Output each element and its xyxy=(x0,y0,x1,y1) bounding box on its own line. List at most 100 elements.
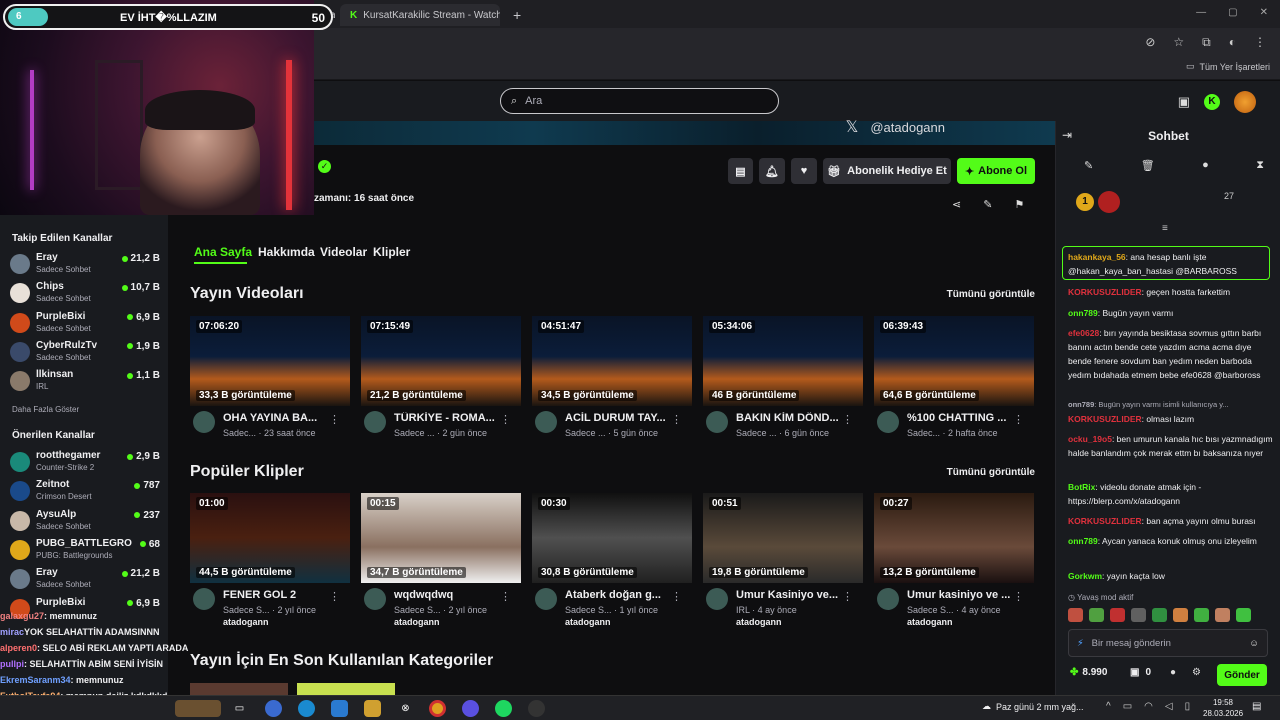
theater-icon[interactable]: ▣ xyxy=(1178,94,1190,110)
settings-icon[interactable]: ⚙ xyxy=(1192,667,1201,678)
explorer-icon[interactable] xyxy=(364,700,381,717)
thumbnail[interactable]: 06:39:43 64,6 B görüntüleme xyxy=(874,316,1034,406)
clip-card[interactable]: 00:51 19,8 B görüntüleme Umur Kasiniyo ve.… xyxy=(703,493,863,627)
videos-see-all-link[interactable]: Tümünü görüntüle xyxy=(947,289,1035,300)
video-card[interactable]: 07:06:20 33,3 B görüntüleme OHA YAYINA BA.… xyxy=(190,316,350,438)
notify-button[interactable]: 🔔︎ xyxy=(759,158,785,184)
menu-icon[interactable]: ⋮ xyxy=(1254,35,1266,50)
minimize-icon[interactable]: — xyxy=(1196,7,1206,18)
chat-options-icon[interactable]: ● xyxy=(1170,667,1176,678)
card-title[interactable]: Umur kasiniyo ve ... xyxy=(907,589,1019,601)
clip-card[interactable]: 01:00 44,5 B görüntüleme FENER GOL 2 Sadece… xyxy=(190,493,350,627)
spotify-icon[interactable] xyxy=(495,700,512,717)
points-balance[interactable]: ✤ 8.990 xyxy=(1070,667,1107,678)
sidebar-channel-item[interactable]: AysuAlp Sadece Sohbet 237 xyxy=(10,508,160,536)
card-user[interactable]: atadogann xyxy=(907,617,953,627)
clip-card[interactable]: 00:27 13,2 B görüntüleme Umur kasiniyo ve … xyxy=(874,493,1034,627)
kebab-menu-icon[interactable]: ⋮ xyxy=(671,413,682,426)
emoji-icon[interactable]: ☺ xyxy=(1249,638,1259,649)
card-title[interactable]: OHA YAYINA BA... xyxy=(223,412,335,424)
card-title[interactable]: wqdwqdwq xyxy=(394,589,506,601)
keyboard-icon[interactable]: ▭ xyxy=(1123,701,1132,712)
card-title[interactable]: BAKIN KİM DÖND... xyxy=(736,412,848,424)
kick-icon[interactable]: K xyxy=(1204,94,1220,110)
tab-about[interactable]: Hakkımda xyxy=(258,245,315,259)
thumbnail[interactable]: 07:06:20 33,3 B görüntüleme xyxy=(190,316,350,406)
gift-sub-button[interactable]: 🎁︎ Abonelik Hediye Et xyxy=(823,158,951,184)
kebab-menu-icon[interactable]: ⋮ xyxy=(842,590,853,603)
weather-widget[interactable]: ☁ Paz günü 2 mm yağ... xyxy=(982,701,1084,712)
extensions-icon[interactable]: ⧉ xyxy=(1202,35,1211,50)
kebab-menu-icon[interactable]: ⋮ xyxy=(671,590,682,603)
video-card[interactable]: 04:51:47 34,5 B görüntüleme ACİL DURUM TAY… xyxy=(532,316,692,438)
kebab-menu-icon[interactable]: ⋮ xyxy=(842,413,853,426)
card-title[interactable]: ACİL DURUM TAY... xyxy=(565,412,677,424)
card-title[interactable]: Umur Kasiniyo ve... xyxy=(736,589,848,601)
store-icon[interactable] xyxy=(331,700,348,717)
thumbnail[interactable]: 00:27 13,2 B görüntüleme xyxy=(874,493,1034,583)
edge-icon[interactable] xyxy=(298,700,315,717)
clip-card[interactable]: 00:15 34,7 B görüntüleme wqdwqdwq Sadece S.… xyxy=(361,493,521,627)
kebab-menu-icon[interactable]: ⋮ xyxy=(329,590,340,603)
send-button[interactable]: Gönder xyxy=(1217,664,1267,686)
thumbnail[interactable]: 01:00 44,5 B görüntüleme xyxy=(190,493,350,583)
card-title[interactable]: FENER GOL 2 xyxy=(223,589,335,601)
clip-button[interactable]: ▤ xyxy=(728,158,753,184)
chat-input[interactable]: ⚡︎ Bir mesaj gönderin ☺ xyxy=(1068,629,1268,657)
maximize-icon[interactable]: ▢ xyxy=(1228,7,1237,18)
wifi-icon[interactable]: ◠ xyxy=(1144,701,1153,712)
thumbnail[interactable]: 07:15:49 21,2 B görüntüleme xyxy=(361,316,521,406)
chat-username[interactable]: ocku_19o5 xyxy=(1068,434,1112,444)
card-title[interactable]: %100 CHATTING ... xyxy=(907,412,1019,424)
clock[interactable]: 19:58 28.03.2026 xyxy=(1203,697,1243,719)
report-icon[interactable]: ⚑ xyxy=(1014,198,1024,211)
new-tab-button[interactable]: + xyxy=(503,4,523,26)
thumbnail[interactable]: 00:51 19,8 B görüntüleme xyxy=(703,493,863,583)
card-user[interactable]: atadogann xyxy=(394,617,440,627)
thumbnail[interactable]: 00:30 30,8 B görüntüleme xyxy=(532,493,692,583)
video-card[interactable]: 06:39:43 64,6 B görüntüleme %100 CHATTING … xyxy=(874,316,1034,438)
kebab-menu-icon[interactable]: ⋮ xyxy=(500,413,511,426)
chevron-up-icon[interactable]: ^ xyxy=(1106,701,1111,712)
obs-icon[interactable] xyxy=(528,700,545,717)
chat-bubble-icon[interactable]: ● xyxy=(1202,159,1209,172)
twitter-handle[interactable]: 𝕏 @atadogann xyxy=(845,117,945,137)
kebab-menu-icon[interactable]: ⋮ xyxy=(1013,413,1024,426)
chat-username[interactable]: onn789 xyxy=(1068,308,1098,318)
sidebar-channel-item[interactable]: Zeitnot Crimson Desert 787 xyxy=(10,478,160,506)
chat-username[interactable]: BotRix xyxy=(1068,482,1095,492)
kebab-menu-icon[interactable]: ⋮ xyxy=(329,413,340,426)
avatar[interactable] xyxy=(1234,91,1256,113)
pen-icon[interactable]: ✎ xyxy=(983,198,992,211)
chat-username[interactable]: onn789 xyxy=(1068,400,1094,409)
card-user[interactable]: atadogann xyxy=(223,617,269,627)
chat-username[interactable]: onn789 xyxy=(1068,536,1098,546)
sidebar-channel-item[interactable]: İlkinsan IRL 1,1 B xyxy=(10,368,160,396)
volume-icon[interactable]: ◁ xyxy=(1165,701,1173,712)
hourglass-icon[interactable]: ⧗ xyxy=(1256,159,1264,172)
chat-username[interactable]: KORKUSUZLIDER xyxy=(1068,516,1142,526)
pin-icon[interactable]: ✎ xyxy=(1084,159,1093,172)
chrome-icon[interactable] xyxy=(429,700,446,717)
expand-icon[interactable]: ≡ xyxy=(1162,223,1168,234)
card-title[interactable]: TÜRKİYE - ROMA... xyxy=(394,412,506,424)
follow-button[interactable]: ♥ xyxy=(791,158,817,184)
thumbnail[interactable]: 00:15 34,7 B görüntüleme xyxy=(361,493,521,583)
copilot-icon[interactable] xyxy=(265,700,282,717)
subscribe-button[interactable]: ✦ Abone Ol xyxy=(957,158,1035,184)
close-window-icon[interactable]: ✕ xyxy=(1260,7,1268,18)
video-card[interactable]: 05:34:06 46 B görüntüleme BAKIN KİM DÖND..… xyxy=(703,316,863,438)
category-thumb[interactable] xyxy=(190,683,288,695)
tab-clips[interactable]: Klipler xyxy=(373,245,410,259)
eye-off-icon[interactable]: ⊘ xyxy=(1145,35,1155,50)
tab-videos[interactable]: Videolar xyxy=(320,245,367,259)
notification-icon[interactable]: ▤ xyxy=(1252,701,1261,712)
widget-icon[interactable] xyxy=(175,700,221,717)
kebab-menu-icon[interactable]: ⋮ xyxy=(500,590,511,603)
sidebar-channel-item[interactable]: CyberRulzTv Sadece Sohbet 1,9 B xyxy=(10,339,160,367)
clip-card[interactable]: 00:30 30,8 B görüntüleme Ataberk doğan g..… xyxy=(532,493,692,627)
discord-icon[interactable] xyxy=(462,700,479,717)
sidebar-channel-item[interactable]: Eray Sadece Sohbet 21,2 B xyxy=(10,566,160,594)
thumbnail[interactable]: 04:51:47 34,5 B görüntüleme xyxy=(532,316,692,406)
card-user[interactable]: atadogann xyxy=(736,617,782,627)
